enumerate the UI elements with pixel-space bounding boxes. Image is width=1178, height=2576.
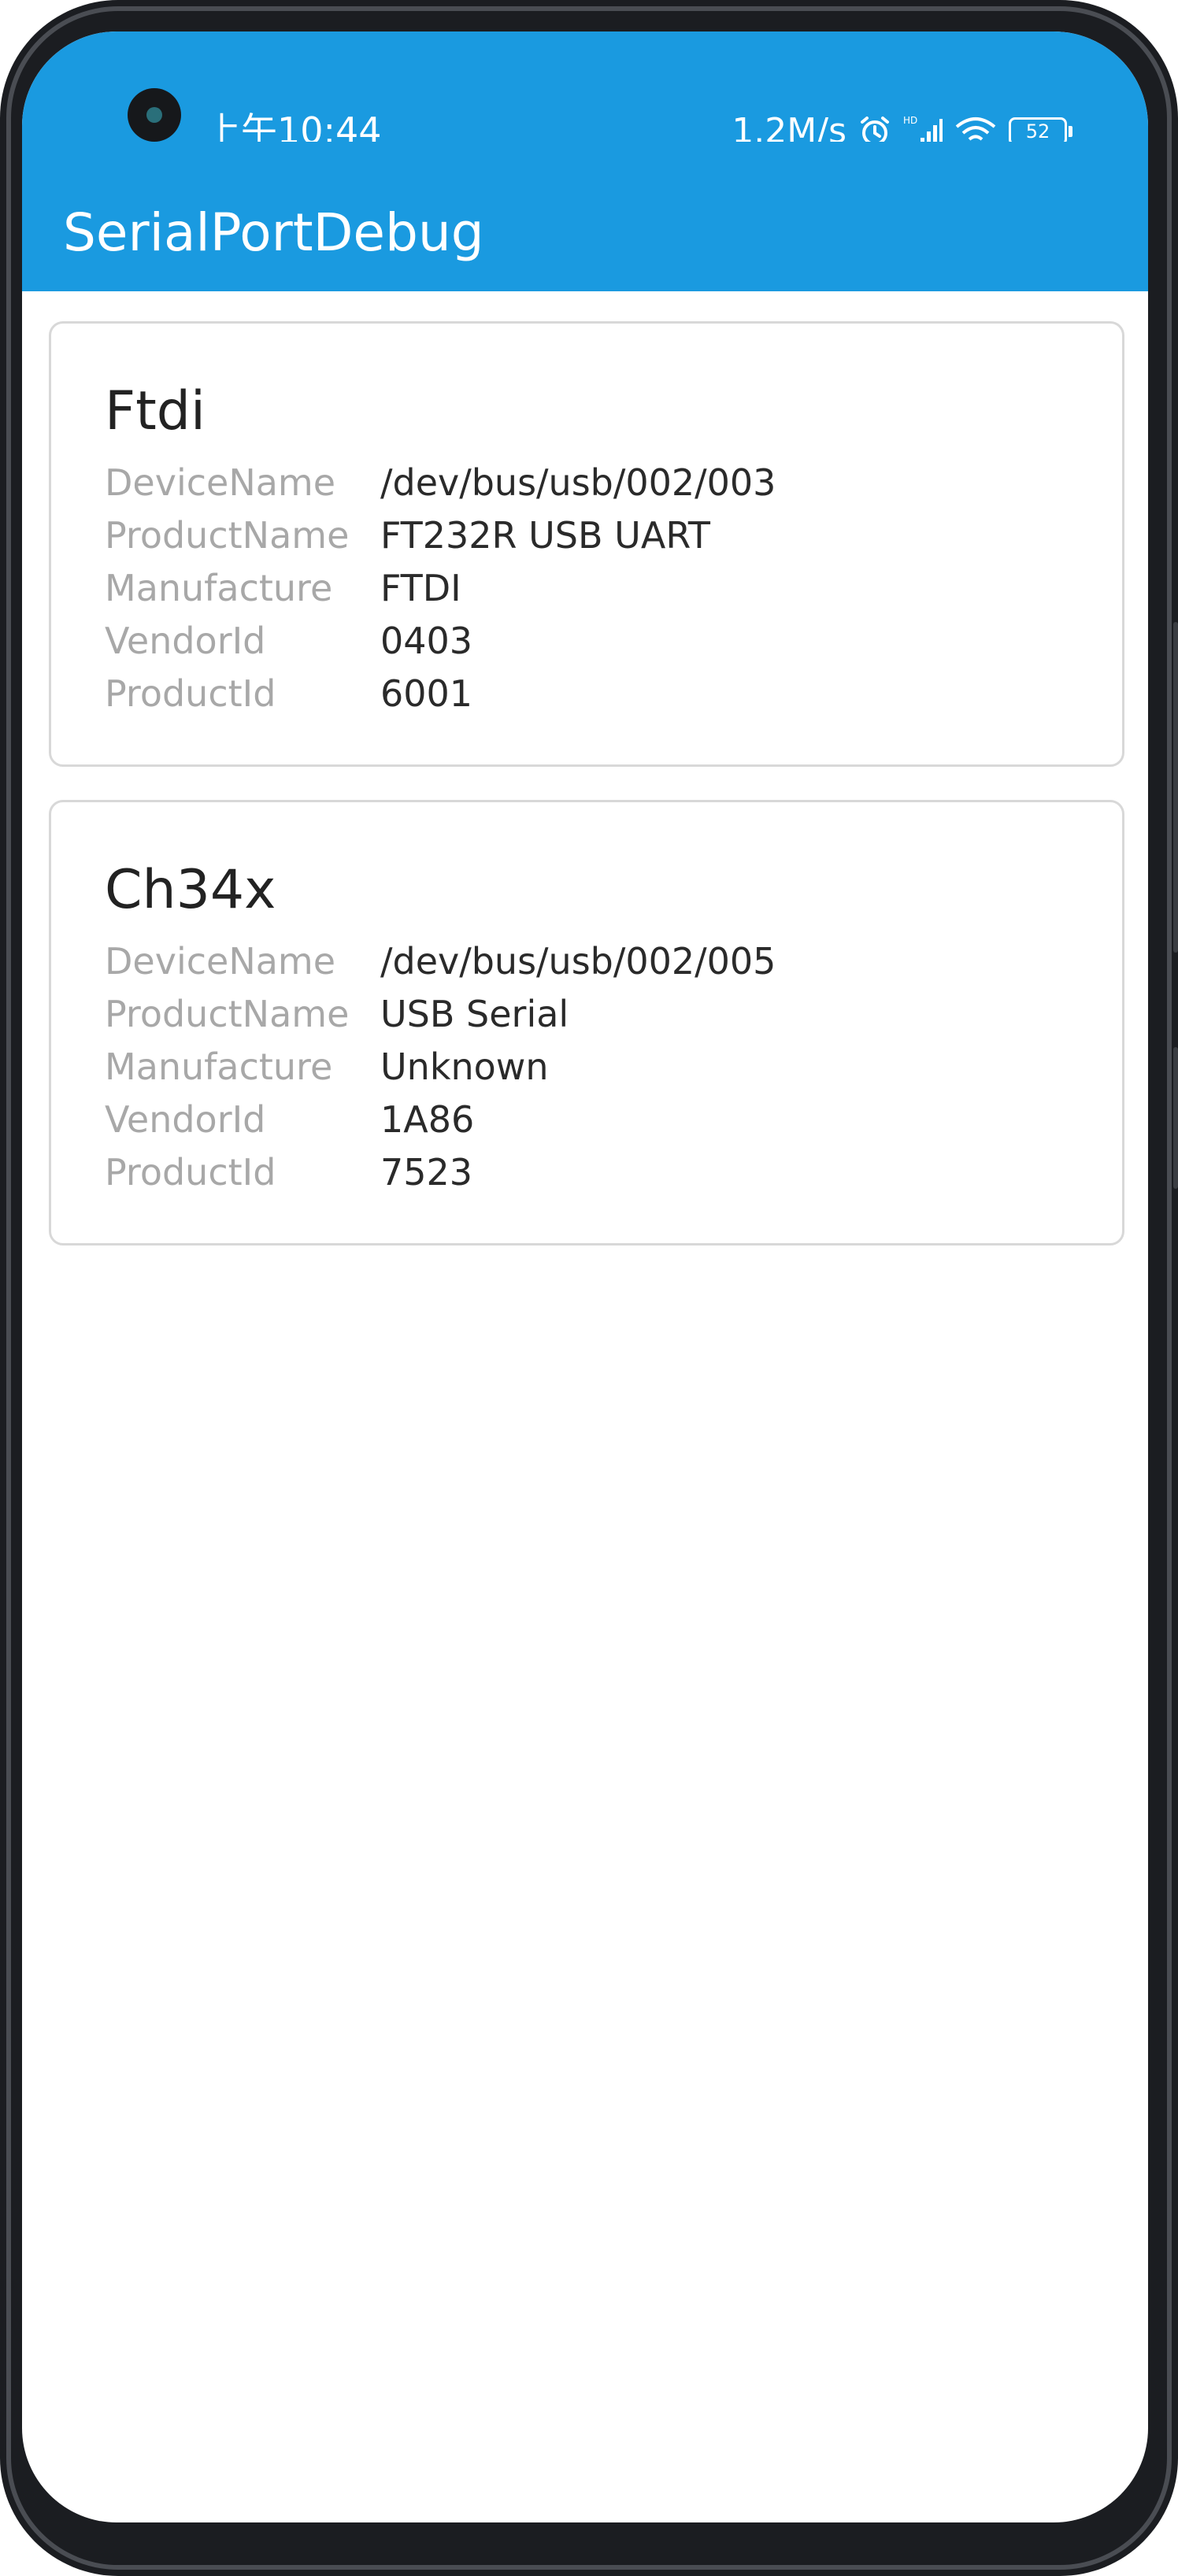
device-name-row: DeviceName /dev/bus/usb/002/005 (105, 935, 776, 987)
product-id-label: ProductId (105, 672, 276, 715)
vendor-id-value: 1A86 (380, 1097, 475, 1141)
status-bar: 上午10:44 1.2M/s HD 52 (22, 31, 1148, 151)
volume-button (1173, 622, 1178, 953)
vendor-id-row: VendorId 0403 (105, 614, 776, 667)
manufacture-label: Manufacture (105, 566, 333, 609)
product-name-row: ProductName USB Serial (105, 987, 776, 1040)
vendor-id-label: VendorId (105, 619, 266, 662)
device-name-value: /dev/bus/usb/002/005 (380, 939, 776, 983)
product-id-label: ProductId (105, 1150, 276, 1194)
product-id-row: ProductId 7523 (105, 1146, 776, 1198)
svg-text:HD: HD (903, 115, 917, 126)
manufacture-row: Manufacture FTDI (105, 561, 776, 614)
vendor-id-value: 0403 (380, 619, 473, 662)
power-button (1173, 1047, 1178, 1189)
device-name-label: DeviceName (105, 939, 336, 983)
device-name-value: /dev/bus/usb/002/003 (380, 461, 776, 504)
manufacture-value: Unknown (380, 1045, 549, 1088)
vendor-id-row: VendorId 1A86 (105, 1093, 776, 1146)
manufacture-label: Manufacture (105, 1045, 333, 1088)
product-name-label: ProductName (105, 513, 350, 557)
device-card-ch34x[interactable]: Ch34x DeviceName /dev/bus/usb/002/005 Pr… (49, 800, 1124, 1245)
product-id-value: 6001 (380, 672, 473, 715)
manufacture-row: Manufacture Unknown (105, 1040, 776, 1093)
product-id-value: 7523 (380, 1150, 473, 1194)
device-card-ftdi[interactable]: Ftdi DeviceName /dev/bus/usb/002/003 Pro… (49, 321, 1124, 767)
device-info: DeviceName /dev/bus/usb/002/005 ProductN… (105, 935, 776, 1198)
phone-frame: 上午10:44 1.2M/s HD 52 SerialPortDebug Ftd… (0, 0, 1178, 2576)
battery-cap (1069, 126, 1072, 137)
product-name-value: FT232R USB UART (380, 513, 711, 557)
app-title: SerialPortDebug (63, 202, 484, 263)
app-toolbar: SerialPortDebug (22, 142, 1148, 291)
product-name-label: ProductName (105, 992, 350, 1035)
device-name-label: DeviceName (105, 461, 336, 504)
product-name-value: USB Serial (380, 992, 569, 1035)
device-name-row: DeviceName /dev/bus/usb/002/003 (105, 456, 776, 509)
front-camera (128, 88, 181, 142)
product-id-row: ProductId 6001 (105, 667, 776, 720)
product-name-row: ProductName FT232R USB UART (105, 509, 776, 561)
screen: 上午10:44 1.2M/s HD 52 SerialPortDebug Ftd… (22, 31, 1148, 2522)
device-title: Ftdi (105, 380, 206, 442)
device-info: DeviceName /dev/bus/usb/002/003 ProductN… (105, 456, 776, 720)
device-title: Ch34x (105, 859, 276, 921)
vendor-id-label: VendorId (105, 1097, 266, 1141)
manufacture-value: FTDI (380, 566, 461, 609)
